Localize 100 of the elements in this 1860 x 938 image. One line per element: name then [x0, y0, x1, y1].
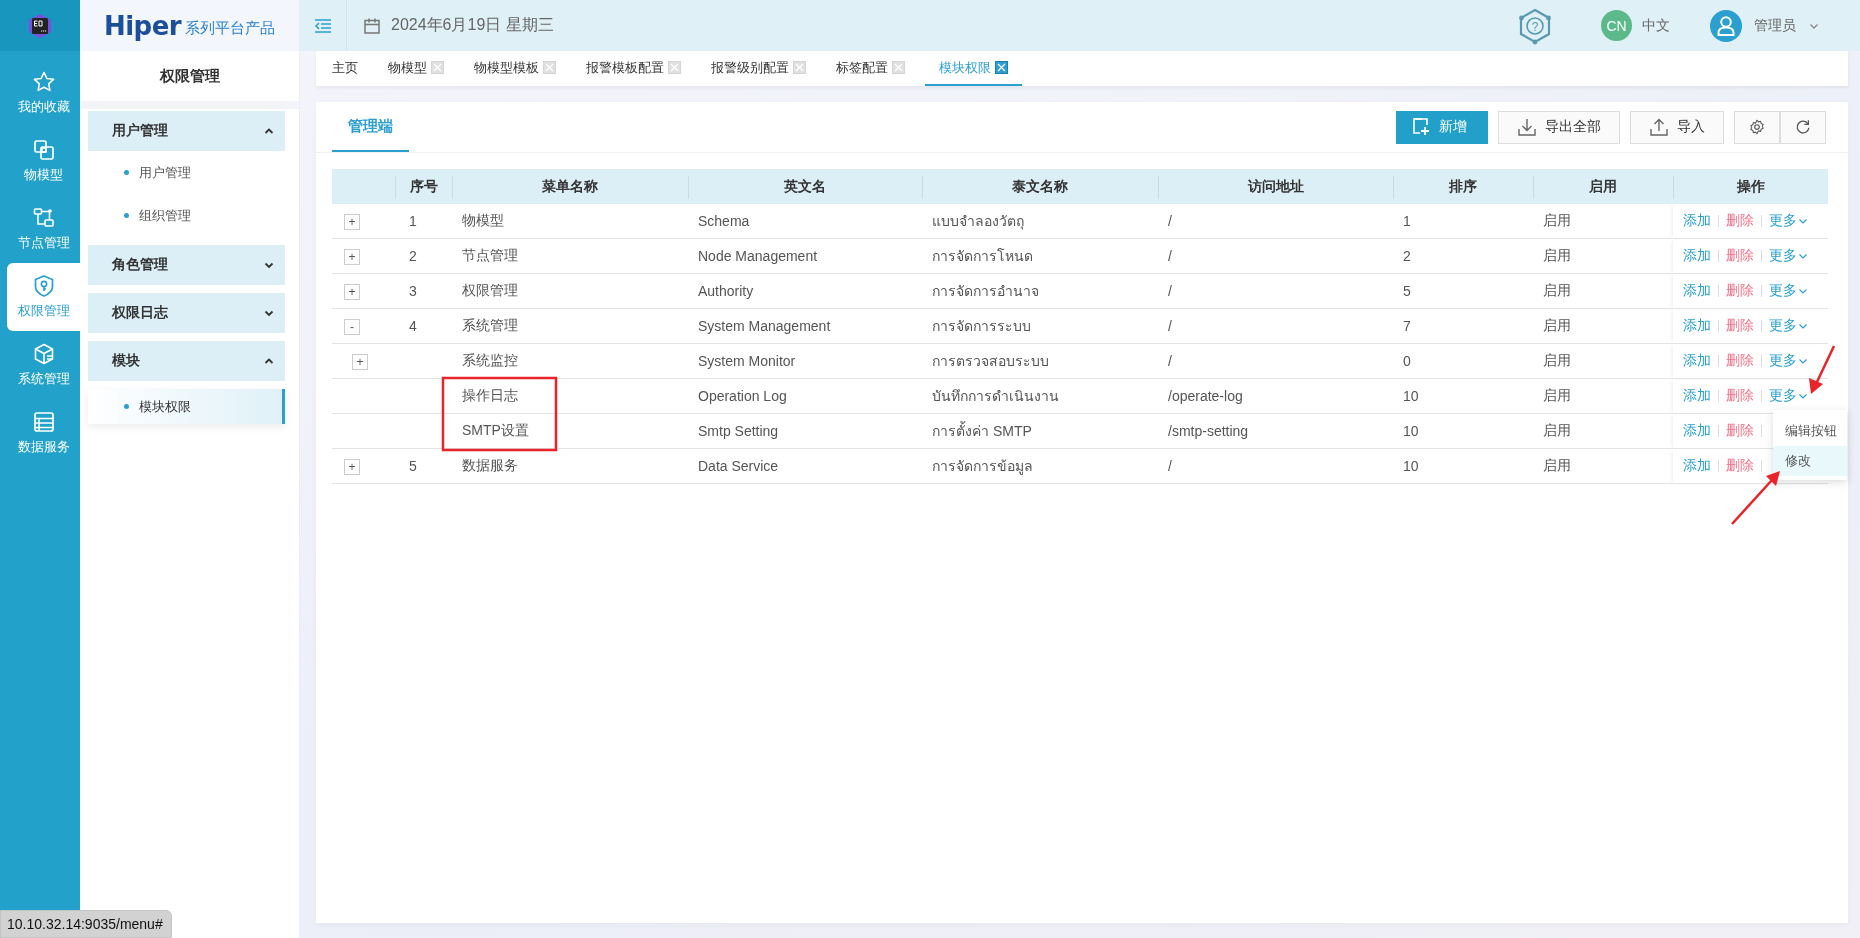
delete-link[interactable]: 删除: [1726, 422, 1754, 438]
expand-toggle[interactable]: -: [344, 318, 360, 335]
column-header: 菜单名称: [452, 169, 688, 204]
table-cell: การจัดการโหนด: [922, 238, 1158, 274]
add-link[interactable]: 添加: [1683, 212, 1711, 228]
expand-toggle[interactable]: +: [344, 283, 360, 300]
rail-item[interactable]: 我的收藏: [7, 59, 80, 127]
squares-icon: [31, 138, 56, 162]
settings-button[interactable]: [1734, 110, 1780, 144]
more-link[interactable]: 更多: [1769, 247, 1808, 265]
rail-item[interactable]: 物模型: [7, 127, 80, 195]
table-cell: 启用: [1533, 273, 1673, 309]
menu-item[interactable]: 修改: [1773, 446, 1847, 476]
delete-link[interactable]: 删除: [1726, 317, 1754, 333]
delete-link[interactable]: 删除: [1726, 387, 1754, 403]
table-cell: การจัดการข้อมูล: [922, 448, 1158, 484]
table-cell: /: [1158, 308, 1393, 344]
language-label[interactable]: 中文: [1642, 16, 1670, 35]
menu-group[interactable]: 角色管理: [88, 245, 285, 285]
menu-icon[interactable]: [313, 17, 333, 34]
chevron-icon: [1798, 391, 1808, 401]
chevron-icon: [1798, 356, 1808, 366]
expand-toggle[interactable]: +: [344, 248, 360, 265]
refresh-button[interactable]: [1780, 110, 1826, 144]
settings-icon: [1748, 117, 1766, 137]
app-logo: [27, 12, 53, 39]
delete-link[interactable]: 删除: [1726, 212, 1754, 228]
more-link[interactable]: 更多: [1769, 282, 1808, 300]
table-cell: /: [1158, 273, 1393, 309]
table-cell: Operation Log: [688, 378, 922, 414]
table-cell: 0: [1393, 343, 1533, 379]
add-link[interactable]: 添加: [1683, 352, 1711, 368]
table-cell: /: [1158, 343, 1393, 379]
table-cell: /smtp-setting: [1158, 413, 1393, 449]
menu-item[interactable]: 组织管理: [88, 194, 285, 237]
menu-item[interactable]: 用户管理: [88, 151, 285, 194]
menu-group[interactable]: 用户管理: [88, 111, 285, 151]
rail-item[interactable]: 节点管理: [7, 195, 80, 263]
tab[interactable]: 报警模板配置: [576, 51, 691, 86]
table-cell: Authority: [688, 273, 922, 309]
table-cell: /: [1158, 238, 1393, 274]
add-link[interactable]: 添加: [1683, 457, 1711, 473]
table-cell: 5: [395, 448, 452, 484]
menu-item[interactable]: 编辑按钮: [1773, 416, 1847, 446]
table-cell: 启用: [1533, 308, 1673, 344]
table-cell: 3: [395, 273, 452, 309]
rail-item[interactable]: 系统管理: [7, 331, 80, 399]
more-link[interactable]: 更多: [1769, 352, 1808, 370]
menu-item[interactable]: 模块权限: [88, 389, 285, 424]
add-link[interactable]: 添加: [1683, 282, 1711, 298]
rail-item[interactable]: 权限管理: [7, 263, 80, 331]
tab[interactable]: 报警级别配置: [701, 51, 816, 86]
table-cell: 物模型: [452, 204, 688, 239]
import-button[interactable]: 导入: [1630, 110, 1724, 144]
user-name[interactable]: 管理员: [1754, 16, 1796, 35]
delete-link[interactable]: 删除: [1726, 247, 1754, 263]
delete-link[interactable]: 删除: [1726, 352, 1754, 368]
close-icon[interactable]: [995, 61, 1008, 74]
star-icon: [31, 70, 56, 94]
table-cell: System Monitor: [688, 343, 922, 379]
table-cell: Data Service: [688, 448, 922, 484]
table-cell: /: [1158, 448, 1393, 484]
rail-item[interactable]: 数据服务: [7, 399, 80, 467]
tab[interactable]: 标签配置: [826, 51, 915, 86]
expand-toggle[interactable]: +: [352, 353, 368, 370]
more-link[interactable]: 更多: [1769, 212, 1808, 230]
more-link[interactable]: 更多: [1769, 387, 1808, 405]
menu-group[interactable]: 模块: [88, 341, 285, 381]
brand-name: Hiper: [103, 10, 182, 41]
table-cell: 启用: [1533, 413, 1673, 449]
table-cell: Smtp Setting: [688, 413, 922, 449]
user-avatar-icon[interactable]: [1710, 9, 1742, 42]
add-button[interactable]: 新增: [1396, 110, 1488, 144]
expand-toggle[interactable]: +: [344, 458, 360, 475]
table-cell: การจัดการอำนาจ: [922, 273, 1158, 309]
add-link[interactable]: 添加: [1683, 422, 1711, 438]
table-cell: 启用: [1533, 238, 1673, 274]
chevron-icon: [1798, 286, 1808, 296]
menu-group[interactable]: 权限日志: [88, 293, 285, 333]
export-button[interactable]: 导出全部: [1498, 110, 1620, 144]
more-link[interactable]: 更多: [1769, 317, 1808, 335]
language-badge[interactable]: CN: [1601, 10, 1632, 41]
tab[interactable]: 模块权限: [925, 51, 1022, 86]
add-link[interactable]: 添加: [1683, 387, 1711, 403]
add-link[interactable]: 添加: [1683, 317, 1711, 333]
refresh-icon: [1794, 117, 1812, 137]
help-icon[interactable]: ?: [1517, 6, 1553, 45]
delete-link[interactable]: 删除: [1726, 282, 1754, 298]
expand-toggle[interactable]: +: [344, 213, 360, 230]
tab[interactable]: 物模型模板: [464, 51, 566, 86]
table-cell: 启用: [1533, 448, 1673, 484]
column-header: 启用: [1533, 169, 1673, 204]
tab[interactable]: 管理端: [332, 102, 409, 152]
add-link[interactable]: 添加: [1683, 247, 1711, 263]
tab[interactable]: 主页: [322, 51, 368, 86]
tab[interactable]: 物模型: [378, 51, 454, 86]
column-header: 排序: [1393, 169, 1533, 204]
delete-link[interactable]: 删除: [1726, 457, 1754, 473]
table-cell: 1: [395, 204, 452, 239]
table-cell: 系统监控: [452, 343, 688, 379]
